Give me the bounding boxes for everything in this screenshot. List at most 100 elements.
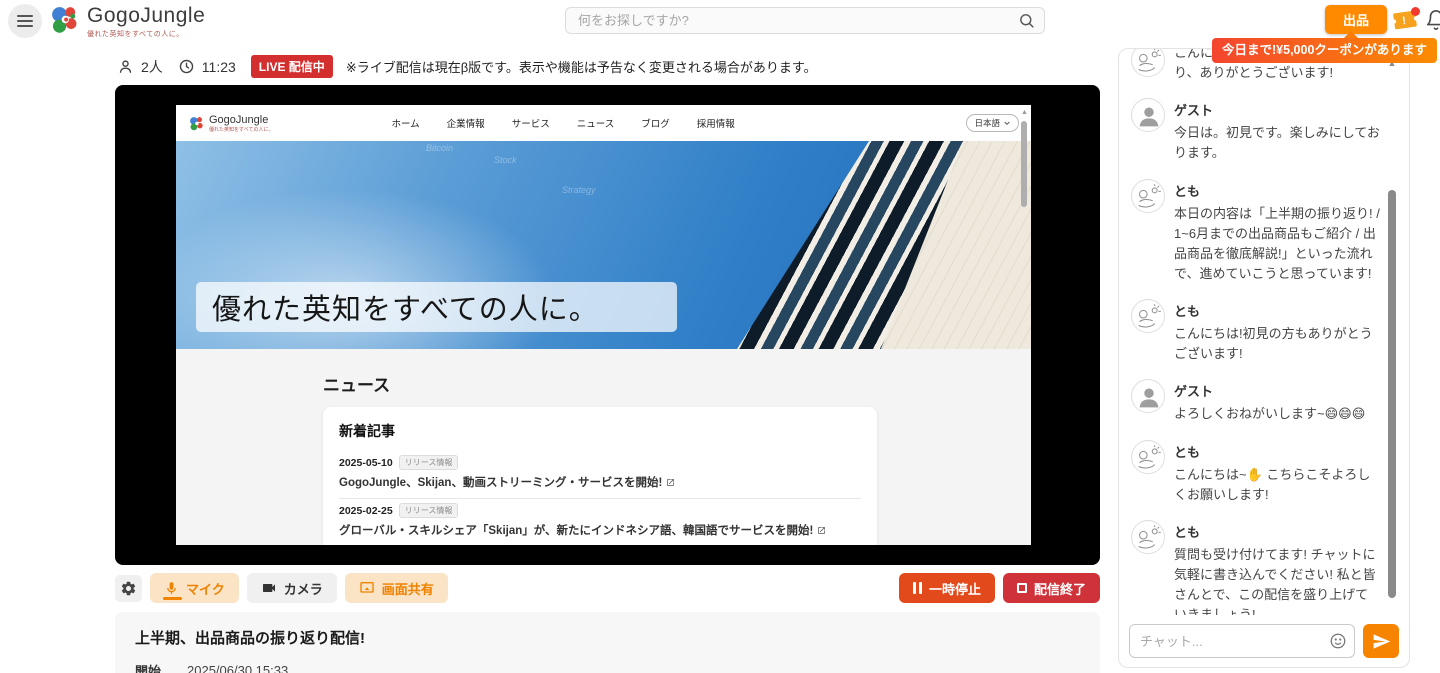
stop-icon [1017, 583, 1027, 593]
settings-button[interactable] [115, 575, 142, 602]
start-datetime: 2025/06/30 15:33 [187, 663, 288, 673]
chat-message-list[interactable]: こんにちは!本日もご視聴くださり、ありがとうございます! ゲスト 今日は。初見で… [1119, 49, 1409, 615]
site-logo: GogoJungle 優れた英知をすべての人に。 [188, 114, 273, 133]
broadcast-controls: マイク カメラ 画面共有 一時停止 配信終了 [115, 573, 1100, 603]
external-link-icon [817, 526, 826, 535]
coupon-notification-dot [1411, 7, 1420, 16]
chat-sender-name: ゲスト [1174, 381, 1381, 400]
end-broadcast-button[interactable]: 配信終了 [1003, 573, 1100, 603]
chat-message-text: こんにちは~✋ こちらこそよろしくお願いします! [1174, 465, 1381, 505]
chat-message-text: こんにちは!初見の方もありがとうございます! [1174, 324, 1381, 364]
site-logo-wordmark: GogoJungle [209, 114, 273, 126]
site-scroll-up-arrow[interactable]: ▲ [1020, 109, 1029, 116]
chat-message: ゲスト よろしくおねがいします~😄😄😄 [1131, 379, 1381, 424]
logo-wordmark: GogoJungle [87, 3, 205, 29]
site-nav-news[interactable]: ニュース [577, 116, 615, 130]
chat-scrollbar-thumb[interactable] [1388, 190, 1396, 598]
news-card-title: 新着記事 [339, 421, 861, 441]
screen-share-icon [359, 580, 375, 596]
camera-toggle-button[interactable]: カメラ [247, 573, 337, 603]
sell-button[interactable]: 出品 [1325, 5, 1387, 34]
avatar-tomo [1131, 49, 1165, 77]
chat-message-text: よろしくおねがいします~😄😄😄 [1174, 404, 1381, 424]
news-item: 2025-02-25 リリース情報 グローバル・スキルシェア「Skijan」が、… [339, 499, 861, 545]
screen-share-button[interactable]: 画面共有 [345, 573, 448, 603]
site-language-value: 日本語 [974, 117, 1000, 129]
avatar-guest [1131, 98, 1165, 132]
camera-icon [261, 580, 277, 596]
chat-sender-name: ゲスト [1174, 100, 1381, 119]
chat-scrollbar[interactable]: ▲ ▼ [1385, 56, 1399, 622]
viewers-icon [117, 58, 134, 75]
chat-message-text: 質問も受け付けてます! チャットに気軽に書き込んでください! 私と皆さんとで、こ… [1174, 545, 1381, 615]
send-icon [1372, 632, 1391, 651]
site-logo-icon [188, 115, 205, 132]
header-search [565, 7, 1045, 34]
site-nav-careers[interactable]: 採用情報 [697, 116, 735, 130]
news-section-heading: ニュース [323, 371, 390, 396]
chat-sender-name: とも [1174, 181, 1381, 200]
page: GogoJungle 優れた英知をすべての人に。 出品 ! [0, 0, 1440, 673]
site-language-select[interactable]: 日本語 [966, 114, 1019, 132]
emoji-picker-button[interactable] [1329, 632, 1347, 650]
video-player[interactable]: GogoJungle 優れた英知をすべての人に。 ホーム 企業情報 サービス ニ… [115, 85, 1100, 565]
stream-meta-row: 2人 11:23 LIVE 配信中 ※ライブ配信は現在β版です。表示や機能は予告… [117, 55, 817, 78]
avatar-tomo [1131, 179, 1165, 213]
coupon-tooltip[interactable]: 今日まで!¥5,000クーポンがあります [1212, 38, 1437, 63]
news-date: 2025-05-10 [339, 457, 393, 469]
chat-message-text: 本日の内容は「上半期の振り返り! / 1~6月までの出品商品もご紹介 / 出品商… [1174, 204, 1381, 285]
search-input[interactable] [565, 7, 1045, 34]
news-link-text: グローバル・スキルシェア「Skijan」が、新たにインドネシア語、韓国語でサービ… [339, 522, 813, 538]
hamburger-menu-button[interactable] [8, 4, 42, 38]
site-nav-links: ホーム 企業情報 サービス ニュース ブログ 採用情報 [391, 116, 734, 130]
site-nav-company[interactable]: 企業情報 [447, 116, 485, 130]
site-scrollbar-thumb[interactable] [1021, 121, 1027, 207]
external-link-icon [666, 478, 675, 487]
mic-button-label: マイク [186, 579, 225, 598]
viewer-count: 2人 [141, 57, 163, 77]
site-nav-blog[interactable]: ブログ [641, 116, 670, 130]
hero-watermark-word: Stock [494, 155, 517, 165]
gogojungle-logo[interactable]: GogoJungle 優れた英知をすべての人に。 [48, 3, 205, 41]
news-tag: リリース情報 [399, 503, 459, 518]
shared-screen-website: GogoJungle 優れた英知をすべての人に。 ホーム 企業情報 サービス ニ… [176, 105, 1031, 545]
site-nav-home[interactable]: ホーム [391, 116, 419, 130]
chat-message: ゲスト 今日は。初見です。楽しみにしております。 [1131, 98, 1381, 163]
site-navbar: GogoJungle 優れた英知をすべての人に。 ホーム 企業情報 サービス ニ… [176, 105, 1031, 141]
search-icon[interactable] [1018, 12, 1035, 29]
chat-sender-name: とも [1174, 301, 1381, 320]
hero-watermark-word: Bitcoin [426, 143, 453, 153]
camera-button-label: カメラ [284, 579, 323, 598]
site-scrollbar[interactable]: ▲ [1020, 109, 1029, 541]
news-tag: リリース情報 [399, 455, 459, 470]
screen-share-button-label: 画面共有 [382, 579, 434, 598]
site-news-section: ニュース 新着記事 2025-05-10 リリース情報 GogoJungle、S… [176, 349, 1031, 545]
chat-message: とも こんにちは!初見の方もありがとうございます! [1131, 299, 1381, 364]
chat-scroll-down-arrow[interactable]: ▼ [1385, 554, 1399, 564]
chat-message: とも こんにちは~✋ こちらこそよろしくお願いします! [1131, 440, 1381, 505]
news-card: 新着記事 2025-05-10 リリース情報 GogoJungle、Skijan… [323, 407, 877, 545]
chat-input-row [1119, 615, 1409, 667]
live-status-badge: LIVE 配信中 [251, 55, 333, 78]
pause-broadcast-button[interactable]: 一時停止 [899, 573, 995, 603]
chat-input[interactable] [1129, 624, 1355, 658]
news-item: 2025-05-10 リリース情報 GogoJungle、Skijan、動画スト… [339, 451, 861, 499]
news-link[interactable]: グローバル・スキルシェア「Skijan」が、新たにインドネシア語、韓国語でサービ… [339, 522, 861, 538]
chat-panel: こんにちは!本日もご視聴くださり、ありがとうございます! ゲスト 今日は。初見で… [1118, 48, 1410, 668]
chat-message: とも 質問も受け付けてます! チャットに気軽に書き込んでください! 私と皆さんと… [1131, 520, 1381, 615]
mic-toggle-button[interactable]: マイク [150, 573, 239, 603]
chat-message-text: 今日は。初見です。楽しみにしております。 [1174, 123, 1381, 163]
send-chat-button[interactable] [1363, 624, 1399, 658]
news-link[interactable]: GogoJungle、Skijan、動画ストリーミング・サービスを開始! [339, 474, 861, 490]
notification-bell-icon[interactable]: 3 [1424, 8, 1440, 34]
logo-tagline: 優れた英知をすべての人に。 [87, 29, 205, 39]
stream-info-panel: 上半期、出品商品の振り返り配信! 開始 2025/06/30 15:33 [115, 612, 1100, 673]
coupon-icon[interactable]: ! [1392, 10, 1418, 32]
avatar-tomo [1131, 520, 1165, 554]
site-nav-services[interactable]: サービス [512, 116, 550, 130]
microphone-icon [164, 581, 179, 596]
avatar-tomo [1131, 440, 1165, 474]
news-date: 2025-02-25 [339, 505, 393, 517]
beta-notice: ※ライブ配信は現在β版です。表示や機能は予告なく変更される場合があります。 [346, 57, 817, 76]
site-logo-tagline: 優れた英知をすべての人に。 [209, 126, 273, 133]
